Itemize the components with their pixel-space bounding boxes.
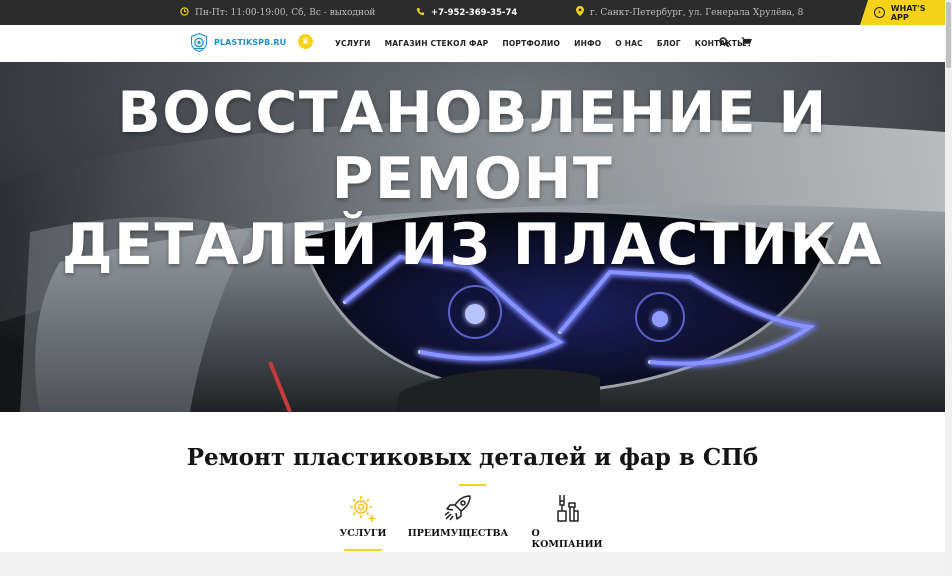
main-navigation: PLASTIKSPB.RU ♛ УСЛУГИ МАГАЗИН СТЕКОЛ ФА… — [0, 25, 945, 62]
nav-icons — [719, 37, 752, 47]
map-pin-icon — [576, 6, 584, 19]
active-tab-indicator — [344, 549, 382, 551]
tools-icon — [557, 495, 579, 522]
hero-title-line-2: ДЕТАЛЕЙ ИЗ ПЛАСТИКА — [61, 212, 884, 278]
tab-advantages[interactable]: ПРЕИМУЩЕСТВА — [408, 493, 508, 539]
scrollbar-thumb[interactable] — [946, 2, 951, 68]
tab-services[interactable]: УСЛУГИ — [340, 493, 386, 551]
main-menu: УСЛУГИ МАГАЗИН СТЕКОЛ ФАР ПОРТФОЛИО ИНФО… — [335, 25, 745, 62]
search-icon[interactable] — [719, 37, 729, 47]
tab-about-company[interactable]: О КОМПАНИИ — [531, 493, 603, 550]
info-tabs: УСЛУГИ ПРЕИМУЩЕСТВА О КОМПАНИИ — [0, 493, 945, 553]
page-scrollbar[interactable] — [945, 0, 952, 576]
phone-number[interactable]: +7-952-369-35-74 — [431, 8, 517, 18]
title-underline — [459, 484, 486, 486]
menu-item-portfolio[interactable]: ПОРТФОЛИО — [502, 39, 560, 48]
logo-emblem-icon — [191, 33, 207, 52]
whatsapp-button[interactable]: › WHAT'S APP — [860, 0, 945, 25]
top-info-bar: Пн-Пт: 11:00-19:00, Сб, Вс - выходной +7… — [0, 0, 945, 25]
address: г. Санкт-Петербург, ул. Генерала Хрулёва… — [576, 0, 803, 25]
arrow-right-circle-icon: › — [874, 7, 885, 18]
tab-advantages-label: ПРЕИМУЩЕСТВА — [407, 528, 509, 539]
menu-item-blog[interactable]: БЛОГ — [657, 39, 681, 48]
tab-services-label: УСЛУГИ — [339, 528, 387, 539]
tab-about-company-label: О КОМПАНИИ — [531, 528, 603, 550]
hero-title: ВОССТАНОВЛЕНИЕ И РЕМОНТ ДЕТАЛЕЙ ИЗ ПЛАСТ… — [0, 80, 945, 278]
menu-item-about[interactable]: О НАС — [615, 39, 643, 48]
working-hours: Пн-Пт: 11:00-19:00, Сб, Вс - выходной — [180, 0, 375, 25]
section-title: Ремонт пластиковых деталей и фар в СПб — [186, 444, 759, 471]
phone-contact[interactable]: +7-952-369-35-74 — [416, 0, 517, 25]
working-hours-text: Пн-Пт: 11:00-19:00, Сб, Вс - выходной — [195, 7, 376, 18]
hero-title-line-1: ВОССТАНОВЛЕНИЕ И РЕМОНТ — [117, 80, 828, 212]
phone-icon — [416, 7, 425, 19]
gear-plus-icon — [350, 496, 376, 522]
rocket-icon — [444, 495, 471, 521]
cart-icon[interactable] — [741, 37, 752, 47]
logo-text: PLASTIKSPB.RU — [214, 38, 287, 47]
crown-icon[interactable]: ♛ — [298, 34, 313, 49]
menu-item-headlight-glass-shop[interactable]: МАГАЗИН СТЕКОЛ ФАР — [385, 39, 489, 48]
menu-item-services[interactable]: УСЛУГИ — [335, 39, 371, 48]
menu-item-info[interactable]: ИНФО — [574, 39, 601, 48]
site-logo[interactable]: PLASTIKSPB.RU — [190, 33, 286, 52]
whatsapp-label: WHAT'S APP — [890, 3, 926, 22]
clock-icon — [180, 6, 189, 19]
content-panel-background — [0, 552, 945, 576]
address-text: г. Санкт-Петербург, ул. Генерала Хрулёва… — [590, 7, 804, 18]
hero-banner: ВОССТАНОВЛЕНИЕ И РЕМОНТ ДЕТАЛЕЙ ИЗ ПЛАСТ… — [0, 62, 945, 412]
